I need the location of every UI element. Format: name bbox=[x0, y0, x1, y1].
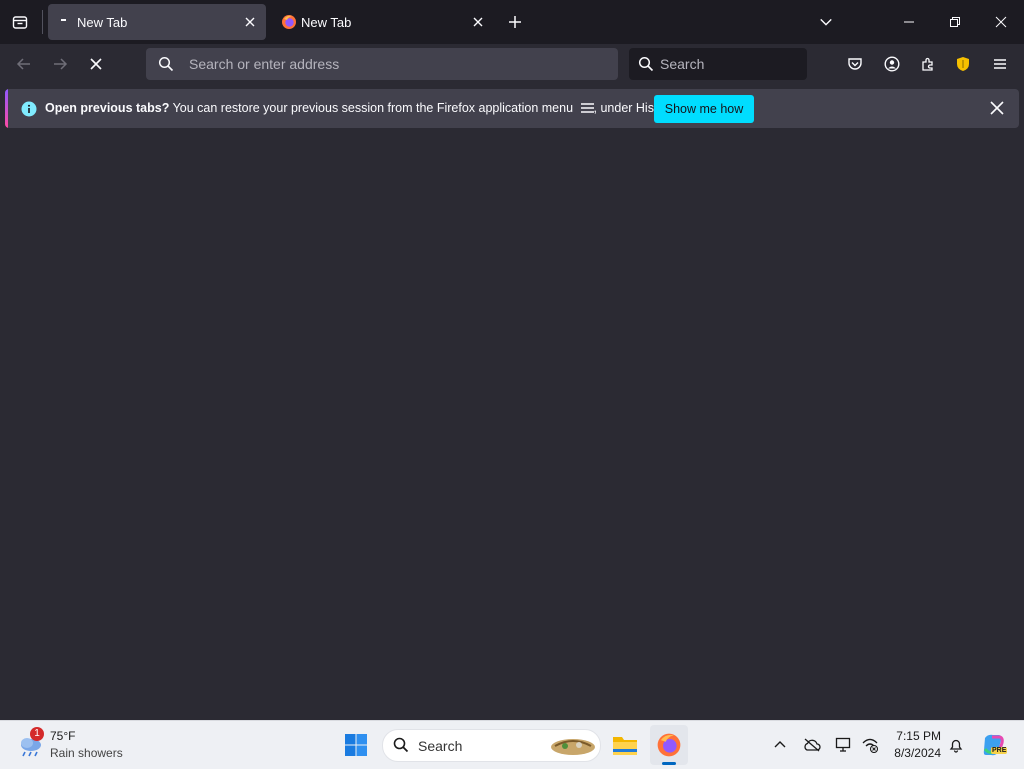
notification-message: Open previous tabs? You can restore your… bbox=[45, 101, 677, 115]
network-button[interactable] bbox=[857, 733, 883, 757]
notifications-button[interactable] bbox=[944, 733, 968, 757]
notification-accent bbox=[5, 89, 8, 128]
extensions-button[interactable] bbox=[913, 50, 943, 78]
tab-new-tab[interactable]: New Tab bbox=[272, 4, 494, 40]
list-all-tabs-button[interactable] bbox=[812, 8, 840, 36]
copilot-icon bbox=[983, 734, 1004, 756]
weather-alert-badge: 1 bbox=[30, 727, 44, 741]
clock-time: 7:15 PM bbox=[896, 729, 941, 743]
session-restore-notification: Open previous tabs? You can restore your… bbox=[5, 89, 1019, 128]
stop-button[interactable] bbox=[80, 50, 112, 78]
search-icon bbox=[393, 737, 409, 753]
app-menu-button[interactable] bbox=[985, 50, 1015, 78]
display-button[interactable] bbox=[831, 733, 857, 757]
restore-button[interactable] bbox=[932, 0, 978, 44]
file-explorer-button[interactable] bbox=[608, 729, 642, 761]
address-bar[interactable] bbox=[146, 48, 618, 80]
notification-title: Open previous tabs? bbox=[45, 101, 170, 115]
bell-icon bbox=[949, 739, 963, 753]
new-tab-button[interactable] bbox=[502, 8, 528, 36]
copilot-button[interactable]: PRE bbox=[976, 729, 1010, 761]
firefox-logo-icon bbox=[657, 733, 681, 757]
taskbar-search-input[interactable] bbox=[418, 730, 538, 761]
close-tab-icon[interactable] bbox=[242, 14, 258, 30]
windows-logo-icon bbox=[345, 734, 367, 756]
loading-icon bbox=[61, 19, 66, 21]
preview-badge: PRE bbox=[991, 747, 1008, 754]
shield-extension-button[interactable] bbox=[948, 50, 978, 78]
cloud-offline-icon bbox=[804, 738, 821, 752]
info-icon bbox=[21, 101, 37, 117]
address-input[interactable] bbox=[189, 48, 609, 80]
weather-temperature: 75°F bbox=[50, 729, 76, 743]
tab-separator bbox=[42, 10, 43, 34]
clock[interactable]: 7:15 PM 8/3/2024 bbox=[888, 727, 944, 763]
close-tab-icon[interactable] bbox=[470, 14, 486, 30]
page-content bbox=[0, 133, 1024, 720]
minimize-button[interactable] bbox=[886, 0, 932, 44]
tab-new-tab-active[interactable]: New Tab bbox=[48, 4, 266, 40]
pocket-button[interactable] bbox=[840, 50, 870, 78]
weather-description: Rain showers bbox=[50, 746, 123, 760]
tab-bar: New Tab New Tab bbox=[0, 0, 1024, 44]
start-button[interactable] bbox=[340, 729, 372, 761]
folder-icon bbox=[613, 737, 637, 755]
tab-title: New Tab bbox=[301, 15, 352, 30]
restore-icon bbox=[950, 17, 960, 27]
close-icon bbox=[995, 16, 1007, 28]
search-highlight-illustration-icon bbox=[551, 739, 595, 755]
chevron-down-icon bbox=[820, 18, 832, 26]
firefox-taskbar-button[interactable] bbox=[650, 725, 688, 765]
close-icon bbox=[990, 101, 1004, 115]
close-notification-button[interactable] bbox=[984, 95, 1010, 121]
puzzle-icon bbox=[922, 57, 933, 71]
close-window-button[interactable] bbox=[978, 0, 1024, 44]
forward-button[interactable] bbox=[44, 50, 76, 78]
shield-icon bbox=[957, 57, 969, 71]
firefox-view-button[interactable] bbox=[6, 8, 34, 36]
search-icon bbox=[638, 56, 654, 72]
tab-title: New Tab bbox=[77, 15, 128, 30]
account-button[interactable] bbox=[877, 50, 907, 78]
onedrive-button[interactable] bbox=[799, 733, 825, 757]
chevron-up-icon bbox=[774, 741, 786, 748]
show-me-how-button[interactable]: Show me how bbox=[654, 95, 754, 123]
monitor-icon bbox=[835, 737, 851, 752]
minimize-icon bbox=[904, 21, 914, 23]
network-disconnected-icon bbox=[862, 738, 879, 753]
hamburger-menu-icon bbox=[994, 59, 1006, 69]
plus-icon bbox=[509, 16, 521, 28]
firefox-logo-icon bbox=[282, 15, 296, 29]
stop-icon bbox=[90, 58, 102, 70]
search-input[interactable] bbox=[660, 48, 800, 80]
taskbar-search[interactable] bbox=[382, 729, 601, 762]
active-app-indicator bbox=[662, 762, 676, 765]
notification-body: You can restore your previous session fr… bbox=[169, 101, 574, 115]
clock-date: 8/3/2024 bbox=[894, 746, 941, 760]
pocket-icon bbox=[848, 58, 862, 70]
back-button[interactable] bbox=[8, 50, 40, 78]
arrow-left-icon bbox=[16, 58, 30, 70]
windows-taskbar: 1 75°F Rain showers Search 7:15 PM 8/3/2… bbox=[0, 720, 1024, 769]
firefox-view-icon bbox=[12, 16, 28, 29]
show-hidden-icons-button[interactable] bbox=[768, 733, 792, 757]
navigation-toolbar bbox=[0, 44, 1024, 86]
account-icon bbox=[884, 56, 900, 72]
hamburger-menu-icon bbox=[580, 103, 594, 113]
search-bar[interactable] bbox=[629, 48, 807, 80]
arrow-right-icon bbox=[54, 58, 68, 70]
search-icon bbox=[158, 56, 174, 72]
weather-widget[interactable]: 1 75°F Rain showers bbox=[14, 725, 134, 765]
